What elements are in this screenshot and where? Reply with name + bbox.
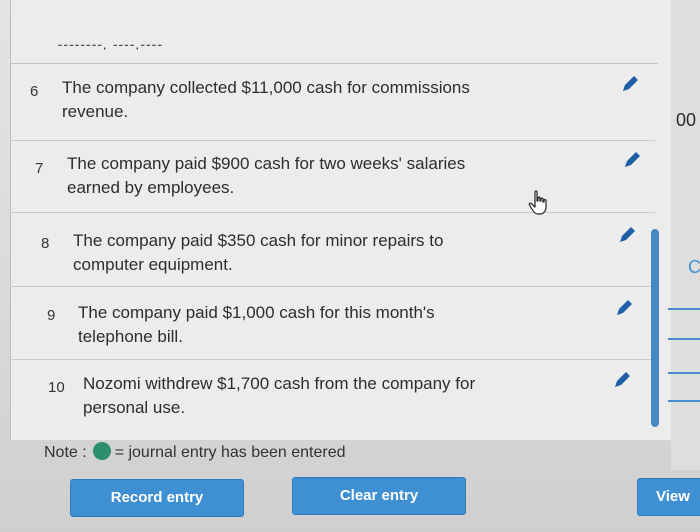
right-panel-line	[668, 308, 700, 310]
pencil-icon[interactable]	[612, 370, 632, 390]
row-description: The company paid $1,000 cash for this mo…	[78, 303, 435, 346]
row-number: 6	[30, 83, 39, 100]
record-entry-button[interactable]: Record entry	[70, 479, 244, 517]
note-text: = journal entry has been entered	[114, 444, 346, 461]
transaction-row-9[interactable]: 9 The company paid $1,000 cash for this …	[10, 287, 655, 360]
hand-pointer-icon	[527, 190, 551, 216]
row-number: 8	[41, 235, 50, 252]
transaction-row-8[interactable]: 8 The company paid $350 cash for minor r…	[10, 213, 655, 287]
clear-entry-button[interactable]: Clear entry	[292, 477, 466, 515]
row-number: 7	[35, 160, 44, 177]
transaction-row-6[interactable]: 6 The company collected $11,000 cash for…	[10, 64, 655, 141]
row-number: 9	[47, 307, 56, 324]
view-button[interactable]: View	[637, 478, 700, 516]
right-panel-line	[668, 400, 700, 402]
right-panel-link[interactable]: C	[688, 257, 700, 278]
scrollbar[interactable]	[651, 229, 659, 427]
screen: --------, ----,---- 6 The company collec…	[0, 0, 700, 532]
right-panel-line	[668, 372, 700, 374]
transaction-row-7[interactable]: 7 The company paid $900 cash for two wee…	[10, 141, 655, 213]
row-description: The company paid $900 cash for two weeks…	[67, 154, 466, 197]
right-panel-text: 00	[676, 110, 697, 130]
legend-note: Note : = journal entry has been entered	[44, 442, 346, 462]
row-description: Nozomi withdrew $1,700 cash from the com…	[83, 374, 476, 417]
partial-header-text: --------, ----,----	[57, 36, 165, 50]
pencil-icon[interactable]	[620, 74, 640, 94]
right-panel-line	[668, 338, 700, 340]
note-prefix: Note :	[44, 444, 87, 461]
pencil-icon[interactable]	[617, 225, 637, 245]
green-dot-icon	[92, 442, 111, 460]
pencil-icon[interactable]	[622, 150, 642, 170]
pencil-icon[interactable]	[614, 298, 634, 318]
row-description: The company collected $11,000 cash for c…	[62, 78, 470, 121]
transaction-row-10[interactable]: 10 Nozomi withdrew $1,700 cash from the …	[10, 360, 655, 430]
row-number: 10	[48, 379, 65, 396]
row-description: The company paid $350 cash for minor rep…	[73, 231, 444, 274]
